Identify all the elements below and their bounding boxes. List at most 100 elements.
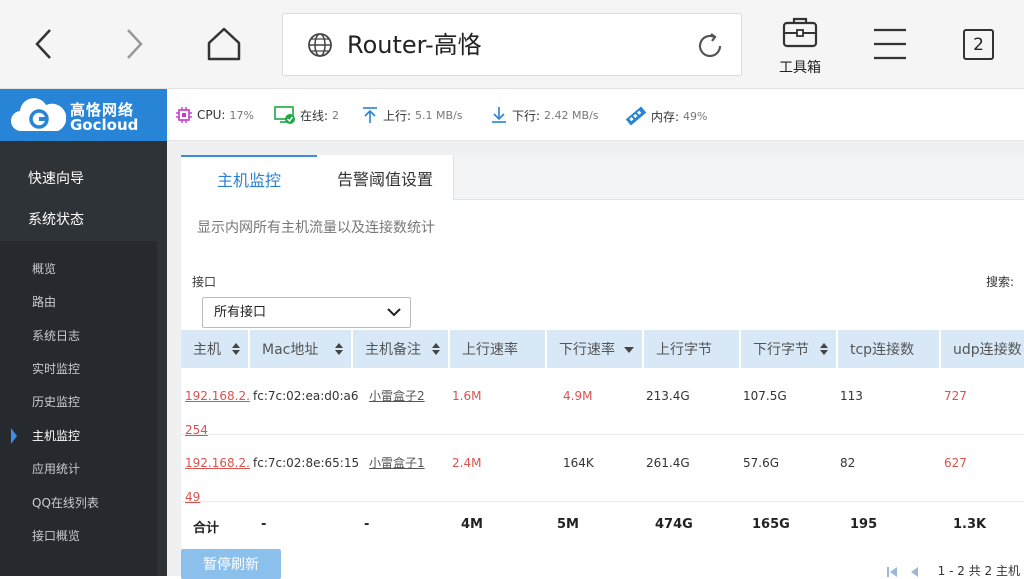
sidebar-item-routes[interactable]: 路由 [32,293,56,310]
toolbox-icon [782,17,818,48]
total-up-rate: 4M [461,517,483,532]
col-header-host[interactable]: 主机 [181,330,248,368]
upload-status: 上行: 5.1 MB/s [361,106,463,124]
host-note-link[interactable]: 小雷盒子1 [353,435,448,502]
total-mac: - [261,517,267,532]
total-note: - [364,517,370,532]
up-bytes-cell: 261.4G [646,456,690,470]
online-status: 在线: 2 [274,106,339,124]
col-header-down-bytes[interactable]: 下行字节 [741,330,836,368]
sidebar-item-quick-guide[interactable]: 快速向导 [28,168,84,188]
back-button[interactable] [14,14,74,74]
total-tcp: 195 [850,517,878,532]
memory-status: 内存: 49% [625,106,708,126]
pause-refresh-button[interactable]: 暂停刷新 [181,549,281,579]
cpu-chip-icon [176,107,192,123]
sidebar-item-host-monitor[interactable]: 主机监控 [32,427,80,444]
download-value: 2.42 MB/s [544,108,599,122]
host-note-link[interactable]: 小雷盒子2 [353,368,448,435]
sort-icon [232,343,240,355]
sidebar-item-history-monitor[interactable]: 历史监控 [32,393,80,410]
url-text: Router-高恪 [347,31,482,59]
toolbox-button[interactable]: 工具箱 [770,14,830,78]
menu-button[interactable] [862,14,918,74]
sort-desc-icon [624,347,634,353]
interface-label: 接口 [192,275,217,289]
download-arrow-icon [492,107,506,123]
sidebar-item-system-log[interactable]: 系统日志 [32,327,80,344]
up-rate-cell: 2.4M [452,456,482,470]
sidebar-item-qq-online[interactable]: QQ在线列表 [32,494,99,511]
down-rate-cell: 4.9M [563,389,593,403]
total-label: 合计 [193,521,220,536]
col-header-up-rate[interactable]: 上行速率 [450,330,545,368]
mac-cell: fc:7c:02:8e:65:15 [253,456,360,470]
udp-cell: 627 [944,456,967,470]
sidebar-item-system-status[interactable]: 系统状态 [28,209,84,229]
tab-host-monitor[interactable]: 主机监控 [181,155,317,201]
table-total-row: 合计 - - 4M 5M 474G 165G 195 1.3K [181,502,1024,547]
tab-bar: 主机监控 告警阈值设置 [181,155,1024,201]
online-label: 在线: [300,108,329,123]
sidebar-item-realtime-monitor[interactable]: 实时监控 [32,360,80,377]
tab-alert-threshold[interactable]: 告警阈值设置 [317,155,454,200]
col-header-udp[interactable]: udp连接数 [941,330,1024,368]
home-button[interactable] [194,14,254,74]
chevron-down-icon [387,308,401,317]
col-header-up-bytes[interactable]: 上行字节 [644,330,739,368]
main-content: 主机监控 告警阈值设置 显示内网所有主机流量以及连接数统计 接口 搜索: 所有接… [167,141,1024,579]
sidebar-item-app-stats[interactable]: 应用统计 [32,460,80,477]
tcp-cell: 113 [840,389,863,403]
memory-stick-icon [625,106,647,126]
mac-cell: fc:7c:02:ea:d0:a6 [253,389,359,403]
memory-label: 内存: [651,109,680,124]
interface-select[interactable]: 所有接口 [202,297,411,328]
download-status: 下行: 2.42 MB/s [490,106,599,124]
home-icon [207,27,241,61]
brand-name-en: Gocloud [70,116,139,134]
sort-icon [432,343,440,355]
cpu-status: CPU: 17% [175,106,254,124]
content-panel: 主机监控 告警阈值设置 显示内网所有主机流量以及连接数统计 接口 搜索: 所有接… [181,155,1024,576]
up-rate-cell: 1.6M [452,389,482,403]
cpu-label: CPU: [197,108,226,122]
udp-cell: 727 [944,389,967,403]
col-header-tcp[interactable]: tcp连接数 [838,330,939,368]
down-bytes-cell: 107.5G [743,389,787,403]
total-udp: 1.3K [953,517,987,532]
online-value: 2 [332,108,340,122]
chevron-right-icon [127,29,143,59]
total-up-bytes: 474G [655,517,693,532]
menu-icon [874,28,906,60]
upload-label: 上行: [383,108,412,123]
down-rate-cell: 164K [563,456,594,470]
total-down-bytes: 165G [752,517,790,532]
host-ip-link[interactable]: 192.168.2. 254 [181,368,250,437]
forward-button[interactable] [104,14,164,74]
table-row: 192.168.2. 254 fc:7c:02:ea:d0:a6 小雷盒子2 1.… [181,368,1024,437]
cpu-value: 17% [229,108,254,122]
col-header-note[interactable]: 主机备注 [353,330,448,368]
toolbox-label: 工具箱 [779,60,821,76]
table-row: 192.168.2. 49 fc:7c:02:8e:65:15 小雷盒子1 2.4… [181,435,1024,504]
col-header-down-rate[interactable]: 下行速率 [547,330,642,368]
col-header-mac[interactable]: Mac地址 [250,330,351,368]
reload-icon[interactable] [695,31,725,61]
sidebar-item-interface-overview[interactable]: 接口概览 [32,527,80,544]
sidebar-item-overview[interactable]: 概览 [32,260,56,277]
total-down-rate: 5M [557,517,579,532]
sort-icon [335,343,343,355]
host-ip-link[interactable]: 192.168.2. 49 [181,435,250,504]
tab-count-badge: 2 [963,29,994,60]
down-bytes-cell: 57.6G [743,456,780,470]
address-bar[interactable]: Router-高恪 [282,13,742,76]
tabs-button[interactable]: 2 [949,14,1009,74]
upload-value: 5.1 MB/s [415,108,463,122]
monitor-check-icon [274,106,295,124]
interface-select-value: 所有接口 [214,305,267,320]
memory-value: 49% [683,109,708,123]
browser-toolbar: Router-高恪 工具箱 2 [0,0,1024,89]
download-label: 下行: [512,108,541,123]
tcp-cell: 82 [840,456,856,470]
sort-icon [820,343,828,355]
